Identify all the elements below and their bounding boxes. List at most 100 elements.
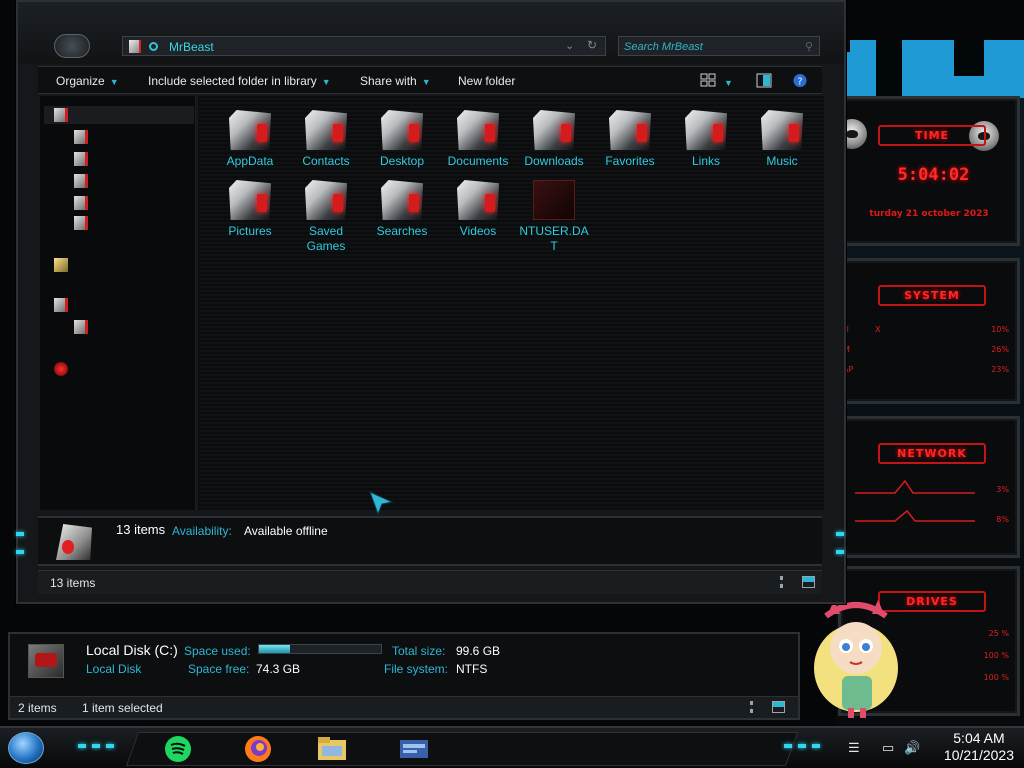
nav-item[interactable] xyxy=(44,194,194,212)
space-used-bar xyxy=(258,644,382,654)
list-item[interactable]: Contacts xyxy=(288,102,364,172)
command-bar: Organize ▼ Include selected folder in lib… xyxy=(38,66,822,94)
item-label: Music xyxy=(766,154,798,168)
total-size-label: Total size: xyxy=(392,644,446,658)
taskbar: ☰ ▭ 🔊 5:04 AM 10/21/2023 xyxy=(0,726,1024,768)
network-row: 8% xyxy=(841,515,1017,527)
item-label: Favorites xyxy=(605,154,655,168)
drive-subtitle: Local Disk xyxy=(86,662,142,676)
chevron-down-icon[interactable]: ⌄ xyxy=(565,39,574,52)
details-view-icon[interactable] xyxy=(780,576,783,588)
list-item[interactable]: AppData xyxy=(212,102,288,172)
help-icon[interactable]: ? xyxy=(792,73,808,88)
organize-label: Organize xyxy=(56,74,105,88)
gadget-title: SYSTEM xyxy=(878,285,986,306)
volume-icon[interactable]: 🔊 xyxy=(904,740,920,756)
search-box[interactable]: ⚲ xyxy=(618,36,820,56)
firefox-icon[interactable] xyxy=(242,734,274,764)
network-icon xyxy=(54,362,68,376)
time-gadget: TIME 5:04:02 turday 21 october 2023 xyxy=(837,96,1020,246)
action-center-icon[interactable]: ☰ xyxy=(848,740,860,756)
nav-item[interactable] xyxy=(44,128,194,146)
control-panel-icon[interactable] xyxy=(398,734,430,764)
drive-window: Local Disk (C:) Local Disk Space used: S… xyxy=(8,632,800,720)
mouse-cursor-icon xyxy=(369,491,394,516)
system-clock[interactable]: 5:04 AM 10/21/2023 xyxy=(944,730,1014,764)
taskbar-apps-area xyxy=(125,732,799,766)
folder-icon xyxy=(74,174,88,188)
nav-item[interactable] xyxy=(44,296,194,314)
change-view-icon[interactable] xyxy=(700,73,716,88)
gadget-title: TIME xyxy=(878,125,986,146)
user-folder-icon xyxy=(129,40,141,53)
item-label: Contacts xyxy=(302,154,350,168)
list-item[interactable]: Videos xyxy=(440,172,516,242)
status-bar: 2 items 1 item selected xyxy=(10,696,798,718)
nav-item[interactable] xyxy=(44,318,194,336)
svg-text:?: ? xyxy=(798,76,803,87)
list-item[interactable]: Desktop xyxy=(364,102,440,172)
system-row-mid: X xyxy=(875,325,881,334)
list-item[interactable]: NTUSER.DA T xyxy=(516,172,592,258)
desktop: TIME 5:04:02 turday 21 october 2023 SYST… xyxy=(0,0,1024,768)
system-gadget: SYSTEM U X 10% M 26% AP 23% xyxy=(838,258,1020,404)
list-item[interactable]: Links xyxy=(668,102,744,172)
availability-value: Available offline xyxy=(244,524,328,538)
space-free-value: 74.3 GB xyxy=(256,662,301,676)
new-folder-button[interactable]: New folder xyxy=(458,74,515,88)
back-forward-button[interactable] xyxy=(54,34,90,58)
list-item[interactable]: Documents xyxy=(440,102,516,172)
explorer-window: MrBeast ⌄ ↻ ⚲ Organize ▼ Include selected… xyxy=(16,0,846,604)
list-item[interactable]: Favorites xyxy=(592,102,668,172)
start-button[interactable] xyxy=(8,732,44,764)
search-input[interactable] xyxy=(624,39,796,54)
gadget-clock: 5:04:02 xyxy=(897,165,970,185)
preview-pane-icon[interactable] xyxy=(756,73,772,88)
spotify-icon[interactable] xyxy=(162,734,194,764)
address-bar[interactable]: MrBeast ⌄ ↻ xyxy=(122,36,606,56)
item-label: AppData xyxy=(226,154,274,168)
list-item[interactable]: Searches xyxy=(364,172,440,242)
list-item[interactable]: Saved Games xyxy=(288,172,364,258)
large-icons-view-icon[interactable] xyxy=(802,576,815,588)
nav-item[interactable] xyxy=(44,360,194,378)
folder-icon xyxy=(74,196,88,210)
share-with-button[interactable]: Share with ▼ xyxy=(360,74,431,88)
list-item[interactable]: Music xyxy=(744,102,820,172)
list-item[interactable]: Pictures xyxy=(212,172,288,242)
documents-folder-icon xyxy=(457,110,499,150)
nav-item[interactable] xyxy=(44,150,194,168)
list-item[interactable]: Downloads xyxy=(516,102,592,172)
space-used-fill xyxy=(259,645,290,653)
status-bar: 13 items xyxy=(38,570,822,594)
drives-row-value: 100 % xyxy=(983,651,1009,660)
links-folder-icon xyxy=(685,110,727,150)
system-row-value: 10% xyxy=(991,325,1009,334)
item-label: Saved Games xyxy=(306,224,346,253)
nav-item[interactable] xyxy=(44,256,194,274)
network-tray-icon[interactable]: ▭ xyxy=(882,740,894,756)
details-view-icon[interactable] xyxy=(750,701,753,713)
share-with-label: Share with xyxy=(360,74,417,88)
availability-label: Availability: xyxy=(172,524,232,538)
refresh-icon[interactable]: ↻ xyxy=(587,38,597,52)
location-icon xyxy=(149,42,158,51)
desktop-folder-icon xyxy=(381,110,423,150)
file-explorer-icon[interactable] xyxy=(316,734,348,764)
search-icon[interactable]: ⚲ xyxy=(805,40,813,53)
favorites-folder-icon xyxy=(609,110,651,150)
file-system-value: NTFS xyxy=(456,662,488,676)
nav-item[interactable] xyxy=(44,214,194,232)
user-folder-icon xyxy=(56,524,92,560)
view-options-chevron-icon[interactable]: ▼ xyxy=(724,75,733,89)
nav-item[interactable] xyxy=(44,106,194,124)
system-row-value: 23% xyxy=(991,365,1009,374)
nav-item[interactable] xyxy=(44,172,194,190)
organize-button[interactable]: Organize ▼ xyxy=(56,74,119,88)
item-label: Links xyxy=(691,154,720,168)
item-count: 13 items xyxy=(116,522,166,537)
chevron-down-icon: ▼ xyxy=(109,77,119,87)
large-icons-view-icon[interactable] xyxy=(772,701,785,713)
searches-folder-icon xyxy=(381,180,423,220)
include-in-library-button[interactable]: Include selected folder in library ▼ xyxy=(148,74,331,88)
